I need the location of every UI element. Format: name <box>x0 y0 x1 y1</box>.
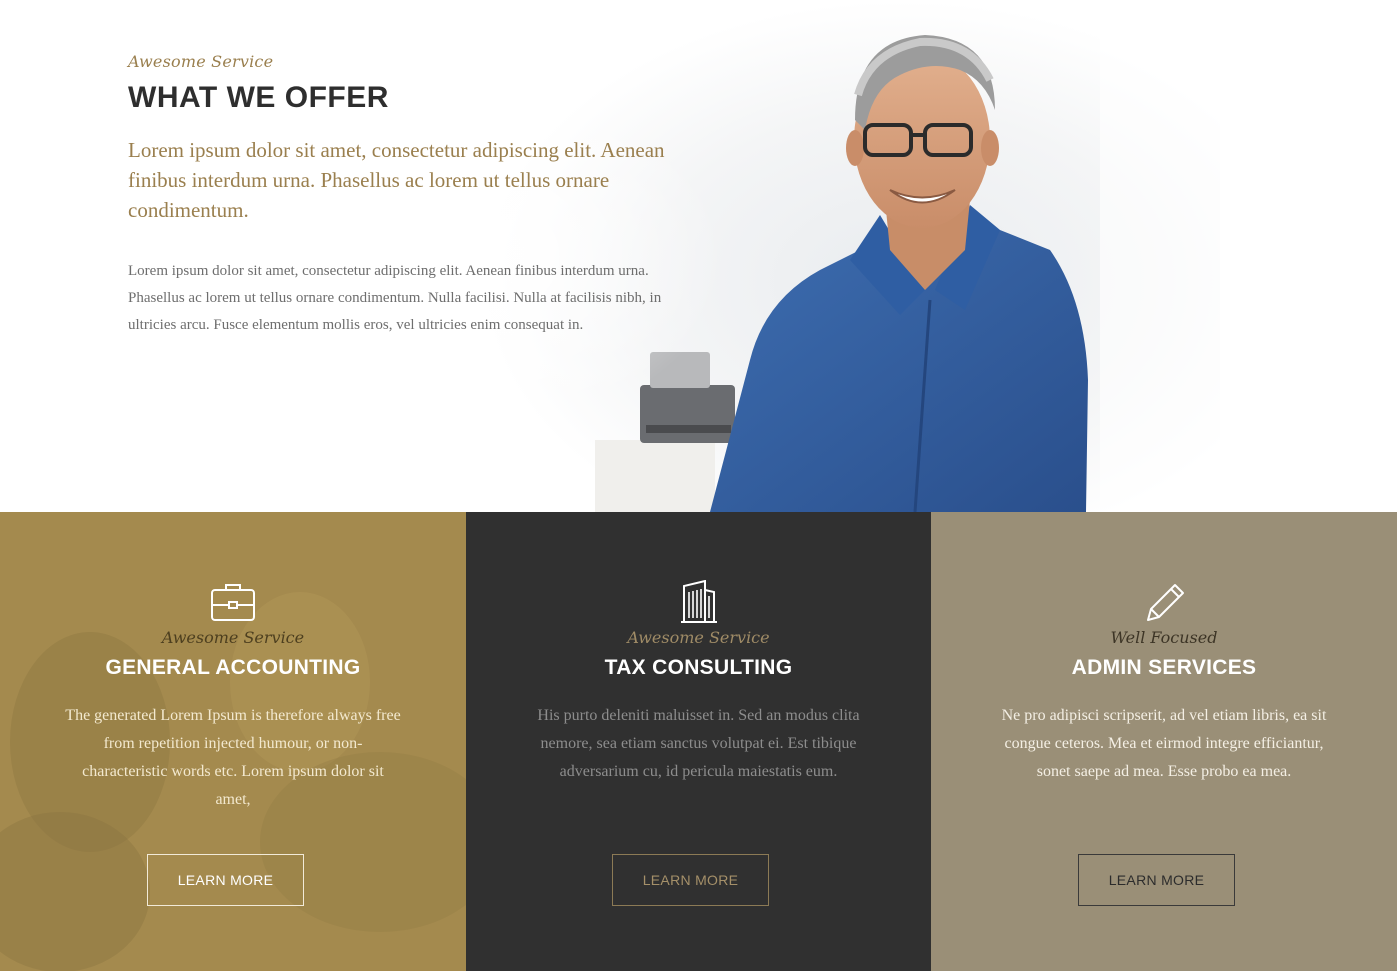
service-card-admin-services: Well Focused ADMIN SERVICES Ne pro adipi… <box>931 512 1397 971</box>
section-title: WHAT WE OFFER <box>128 81 389 114</box>
service-kicker: Awesome Service <box>161 628 305 647</box>
service-title: ADMIN SERVICES <box>1071 656 1257 679</box>
services-row: Awesome Service GENERAL ACCOUNTING The g… <box>0 512 1397 971</box>
building-icon <box>680 580 717 623</box>
what-we-offer-section: Awesome Service WHAT WE OFFER Lorem ipsu… <box>0 0 1397 512</box>
learn-more-button[interactable]: LEARN MORE <box>1078 854 1235 906</box>
learn-more-button[interactable]: LEARN MORE <box>147 854 304 906</box>
service-title: GENERAL ACCOUNTING <box>105 656 361 679</box>
service-card-tax-consulting: Awesome Service TAX CONSULTING His purto… <box>466 512 931 971</box>
hero-text-block: Awesome Service WHAT WE OFFER Lorem ipsu… <box>128 52 688 339</box>
service-kicker: Well Focused <box>1110 628 1218 647</box>
service-title: TAX CONSULTING <box>604 656 793 679</box>
service-card-general-accounting: Awesome Service GENERAL ACCOUNTING The g… <box>0 512 466 971</box>
service-description: The generated Lorem Ipsum is therefore a… <box>65 707 401 808</box>
lead-paragraph: Lorem ipsum dolor sit amet, consectetur … <box>128 138 665 222</box>
pencil-icon <box>1147 584 1184 621</box>
service-kicker: Awesome Service <box>627 628 770 647</box>
section-kicker: Awesome Service <box>128 52 274 71</box>
body-paragraph: Lorem ipsum dolor sit amet, consectetur … <box>128 263 662 333</box>
briefcase-icon <box>211 584 255 621</box>
service-description: His purto deleniti maluisset in. Sed an … <box>537 707 860 780</box>
learn-more-button[interactable]: LEARN MORE <box>612 854 769 906</box>
service-description: Ne pro adipisci scripserit, ad vel etiam… <box>1001 707 1327 780</box>
